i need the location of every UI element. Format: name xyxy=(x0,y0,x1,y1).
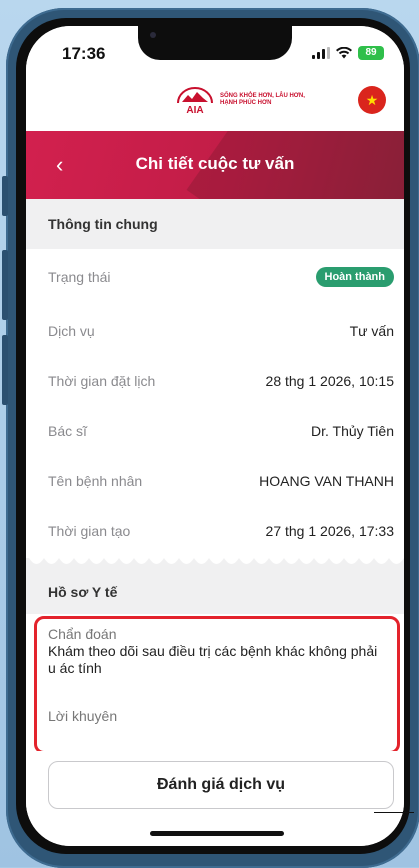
footer: Đánh giá dịch vụ xyxy=(26,751,404,846)
battery-icon: 89 xyxy=(358,46,384,60)
vietnam-flag-icon[interactable]: ★ xyxy=(358,86,386,114)
service-label: Dịch vụ xyxy=(48,323,95,339)
brand-bar: AIA SỐNG KHỎE HƠN, LÂU HƠN, HẠNH PHÚC HƠ… xyxy=(26,76,404,131)
service-value: Tư vấn xyxy=(349,323,394,339)
info-row-created-time: Thời gian tạo 27 thg 1 2026, 17:33 xyxy=(48,521,394,541)
logo-tagline: SỐNG KHỎE HƠN, LÂU HƠN, HẠNH PHÚC HƠN xyxy=(220,93,305,107)
status-label: Trạng thái xyxy=(48,269,111,285)
info-row-service: Dịch vụ Tư vấn xyxy=(48,321,394,341)
rate-service-button[interactable]: Đánh giá dịch vụ xyxy=(48,761,394,809)
notch xyxy=(138,26,292,60)
created-time-label: Thời gian tạo xyxy=(48,523,131,539)
doctor-label: Bác sĩ xyxy=(48,423,87,439)
home-indicator xyxy=(150,831,284,836)
highlight-box xyxy=(34,616,400,754)
status-time: 17:36 xyxy=(62,44,106,63)
info-row-patient: Tên bệnh nhân HOANG VAN THANH xyxy=(48,471,394,491)
screen: 17:36 89 AIA SỐNG KHỎE HƠN, LÂU HƠN, HẠN… xyxy=(26,26,404,846)
aia-logo-icon: AIA xyxy=(177,87,213,115)
tagline-line1: SỐNG KHỎE HƠN, LÂU HƠN, xyxy=(220,93,305,99)
wifi-icon xyxy=(336,47,352,59)
annotation-pointer-line xyxy=(374,812,414,813)
doctor-value: Dr. Thủy Tiên xyxy=(310,423,394,439)
status-badge: Hoàn thành xyxy=(315,267,394,287)
section-title-general: Thông tin chung xyxy=(26,199,404,249)
page-title: Chi tiết cuộc tư vấn xyxy=(135,154,295,173)
booking-time-label: Thời gian đặt lịch xyxy=(48,373,156,389)
info-row-booking-time: Thời gian đặt lịch 28 thg 1 2026, 10:15 xyxy=(48,371,394,391)
status-icons: 89 xyxy=(312,46,384,60)
booking-time-value: 28 thg 1 2026, 10:15 xyxy=(265,373,394,389)
logo-text: AIA xyxy=(186,105,203,115)
phone-side-button xyxy=(2,176,8,216)
tagline-line2: HẠNH PHÚC HƠN xyxy=(220,100,272,106)
section-title-medical: Hồ sơ Y tế xyxy=(26,570,404,614)
patient-label: Tên bệnh nhân xyxy=(48,473,143,489)
patient-value: HOANG VAN THANH xyxy=(259,473,394,489)
page-header: ‹ Chi tiết cuộc tư vấn xyxy=(26,131,404,199)
general-info-card: Trạng thái Hoàn thành Dịch vụ Tư vấn Thờ… xyxy=(26,249,404,554)
info-row-status: Trạng thái Hoàn thành xyxy=(48,267,394,287)
signal-icon xyxy=(312,47,330,59)
scallop-divider xyxy=(26,554,404,570)
phone-volume-up xyxy=(2,250,8,320)
created-time-value: 27 thg 1 2026, 17:33 xyxy=(265,523,394,539)
aia-logo[interactable]: AIA SỐNG KHỎE HƠN, LÂU HƠN, HẠNH PHÚC HƠ… xyxy=(176,85,305,115)
phone-volume-down xyxy=(2,335,8,405)
info-row-doctor: Bác sĩ Dr. Thủy Tiên xyxy=(48,421,394,441)
